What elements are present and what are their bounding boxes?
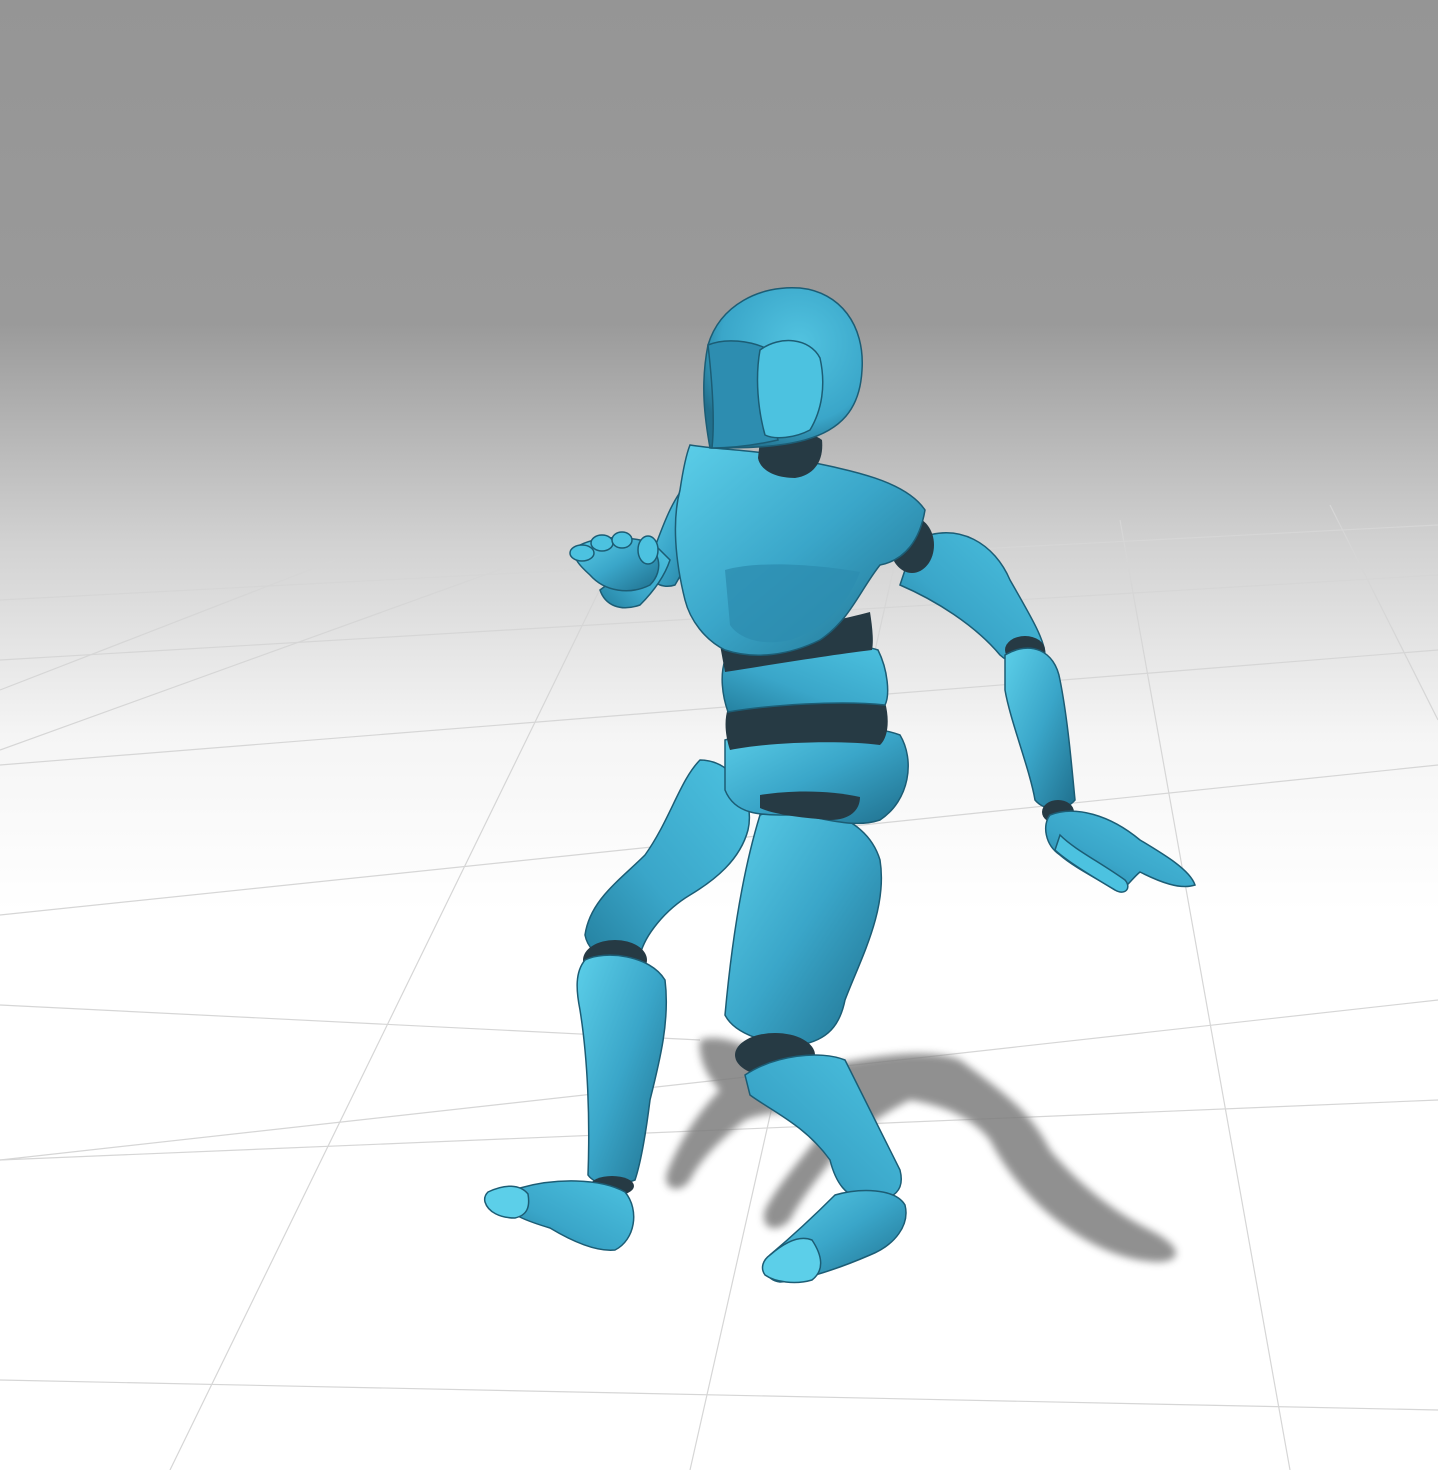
backdrop xyxy=(0,0,1438,1470)
3d-viewport[interactable] xyxy=(0,0,1438,1470)
left-finger-4 xyxy=(637,535,659,565)
scene-canvas xyxy=(0,0,1438,1470)
left-finger-3 xyxy=(611,531,633,549)
left-finger-2 xyxy=(590,534,614,552)
left-finger-1 xyxy=(569,544,595,562)
face-visor xyxy=(756,339,824,439)
